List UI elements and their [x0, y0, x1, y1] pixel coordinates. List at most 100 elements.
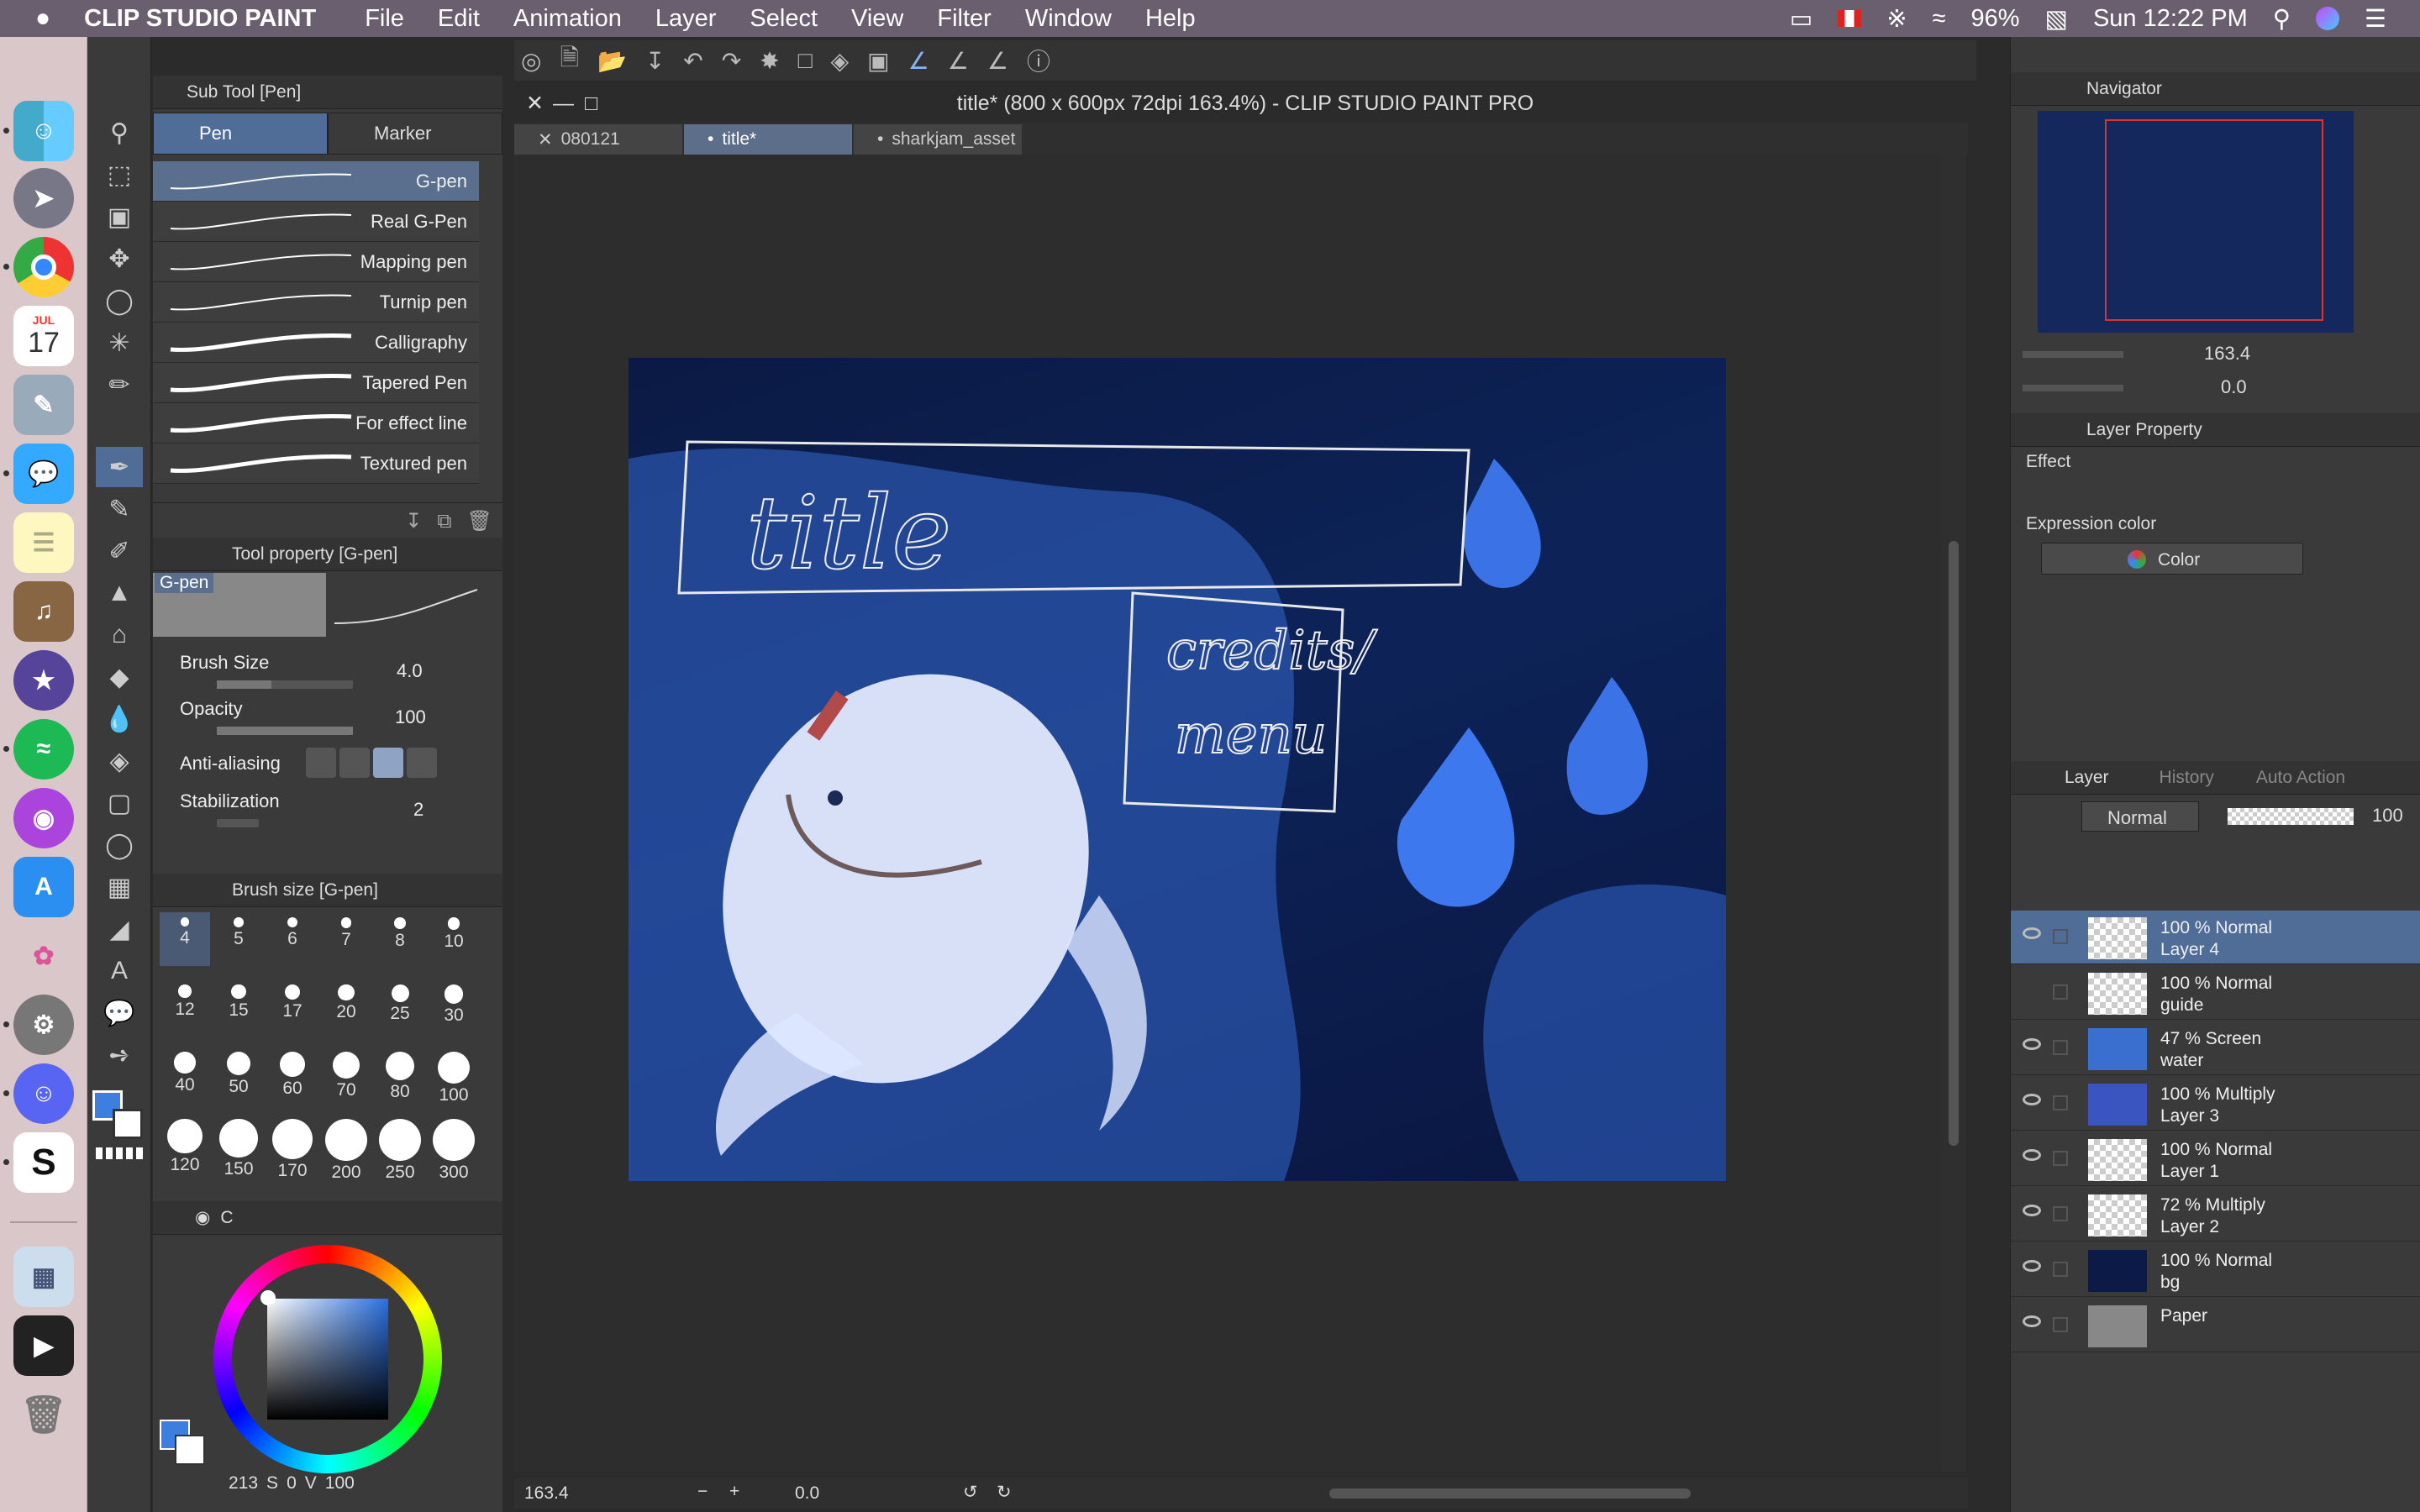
layer-lock-box[interactable] [2053, 1262, 2068, 1277]
brush-size-preset[interactable]: 6 [267, 912, 318, 966]
lasso-tool-icon[interactable]: ◯ [96, 281, 143, 321]
aa-weak-icon[interactable] [339, 748, 370, 778]
tab-marker[interactable]: Marker [328, 113, 502, 155]
layer-lock-box[interactable] [2053, 1095, 2068, 1110]
layer-lock-box[interactable] [2053, 984, 2068, 1000]
sv-picker-handle[interactable] [260, 1290, 276, 1305]
opacity-slider[interactable] [217, 727, 353, 735]
delete-subtool-icon[interactable]: 🗑 [467, 509, 492, 533]
subtool-item[interactable]: G-pen [153, 161, 479, 202]
subtool-item[interactable]: Mapping pen [153, 242, 479, 282]
snap-to-ruler-icon[interactable]: ∠ [908, 47, 929, 75]
visibility-eye-icon[interactable] [2023, 927, 2041, 939]
spotlight-search-icon[interactable]: ⚲ [2273, 4, 2291, 34]
maximize-window-icon[interactable]: □ [585, 92, 597, 116]
brush-size-preset[interactable]: 4 [160, 912, 210, 966]
decoration-tool-icon[interactable]: ⌂ [96, 615, 143, 655]
brush-size-preset[interactable]: 170 [267, 1114, 318, 1180]
visibility-eye-icon[interactable] [2023, 1149, 2041, 1161]
zoom-out-icon[interactable]: − [697, 1482, 708, 1502]
navigator-rotate-slider[interactable] [2023, 385, 2123, 391]
aa-none-icon[interactable] [306, 748, 336, 778]
battery-icon[interactable]: ▧ [2045, 4, 2068, 34]
undo-icon[interactable]: ↶ [683, 47, 702, 75]
visibility-eye-icon[interactable] [2023, 1038, 2041, 1050]
layer-lock-box[interactable] [2053, 929, 2068, 944]
chrome-icon[interactable] [13, 237, 74, 297]
help-icon[interactable]: ⓘ [1027, 44, 1050, 77]
brush-size-preset[interactable]: 70 [321, 1047, 371, 1100]
brush-size-preset[interactable]: 10 [429, 912, 479, 966]
opacity-row[interactable]: Opacity 100 [153, 693, 489, 738]
bluetooth-icon[interactable]: ※ [1886, 4, 1907, 34]
visibility-eye-icon[interactable] [2023, 1094, 2041, 1105]
tab-history[interactable]: History [2160, 768, 2214, 788]
sub-color-swatch[interactable] [113, 1109, 143, 1139]
wifi-icon[interactable]: ≈ [1933, 5, 1946, 33]
clock[interactable]: Sun 12:22 PM [2093, 5, 2248, 33]
brush-size-preset[interactable]: 60 [267, 1047, 318, 1100]
downloads-stack-icon[interactable]: ▦ [13, 1247, 74, 1307]
flag-icon[interactable] [1838, 10, 1862, 27]
messages-icon[interactable]: 💬 [13, 444, 74, 504]
clear-icon[interactable]: ✸ [760, 47, 779, 75]
move-tool-icon[interactable]: ✥ [96, 239, 143, 279]
color-sub-swatch[interactable] [175, 1435, 205, 1465]
eraser-tool-icon[interactable]: ◆ [96, 657, 143, 697]
navigator-viewport-frame[interactable] [2105, 119, 2323, 321]
rotate-left-icon[interactable]: ↺ [963, 1482, 978, 1503]
close-window-icon[interactable]: ✕ [526, 91, 544, 116]
finder-icon[interactable]: ☺ [13, 101, 74, 161]
visibility-eye-icon[interactable] [2023, 1315, 2041, 1327]
layer-lock-box[interactable] [2053, 1151, 2068, 1166]
utility-icon[interactable]: ✿ [13, 926, 74, 986]
clip-studio-button-icon[interactable]: ◎ [521, 47, 541, 75]
artwork-canvas[interactable]: title credits/ menu [629, 358, 1726, 1181]
ruler-tool-icon[interactable]: ◢ [96, 909, 143, 949]
pen-tool-icon[interactable]: ✒ [96, 447, 143, 487]
open-file-icon[interactable]: 📂 [597, 47, 627, 75]
balloon-tool-icon[interactable]: 💬 [96, 993, 143, 1033]
app-name[interactable]: CLIP STUDIO PAINT [84, 5, 316, 33]
pencil-tool-icon[interactable]: ✎ [96, 489, 143, 529]
layer-row[interactable]: 100 % Normal guide [2011, 966, 2420, 1020]
brush-size-preset[interactable]: 200 [321, 1114, 371, 1182]
layer-opacity-slider[interactable] [2228, 808, 2354, 825]
launchpad-icon[interactable]: ➤ [13, 168, 74, 228]
fill-icon[interactable]: ◈ [831, 47, 850, 75]
correct-line-tool-icon[interactable]: ➺ [96, 1035, 143, 1075]
brush-size-preset[interactable]: 120 [160, 1114, 210, 1174]
aa-strong-icon[interactable] [407, 748, 437, 778]
blend-tool-icon[interactable]: 💧 [96, 699, 143, 739]
airbrush-tool-icon[interactable]: ▲ [96, 573, 143, 613]
tab-auto-action[interactable]: Auto Action [2256, 768, 2345, 788]
rotate-right-icon[interactable]: ↻ [997, 1482, 1012, 1503]
subtool-item[interactable]: Real G-Pen [153, 202, 479, 242]
navigator-rotate-value[interactable]: 0.0 [2221, 376, 2247, 398]
gradient-tool-icon[interactable]: ▢ [96, 783, 143, 823]
menu-filter[interactable]: Filter [937, 5, 991, 33]
visibility-eye-icon[interactable] [2023, 1260, 2041, 1272]
brush-size-preset[interactable]: 100 [429, 1047, 479, 1105]
brush-size-row[interactable]: Brush Size 4.0 [153, 647, 489, 692]
battery-percent[interactable]: 96% [1971, 5, 2020, 33]
brush-size-preset[interactable]: 20 [321, 979, 371, 1033]
color-tab-c[interactable]: C [220, 1208, 233, 1228]
subtool-item[interactable]: Tapered Pen [153, 363, 479, 403]
layer-row[interactable]: 72 % Multiply Layer 2 [2011, 1188, 2420, 1242]
brush-size-value[interactable]: 4.0 [397, 660, 423, 682]
opacity-value[interactable]: 100 [395, 706, 426, 728]
layer-row[interactable]: Paper [2011, 1299, 2420, 1352]
menu-file[interactable]: File [365, 5, 404, 33]
zoom-tool-icon[interactable]: ⚲ [96, 113, 143, 153]
menu-window[interactable]: Window [1025, 5, 1112, 33]
expression-color-select[interactable]: Color [2041, 543, 2303, 575]
airplay-icon[interactable]: ▭ [1790, 4, 1812, 34]
new-file-icon[interactable]: 🗎 [560, 40, 579, 81]
stabilization-slider[interactable] [217, 819, 259, 827]
podcasts-icon[interactable]: ◉ [13, 788, 74, 848]
siri-icon[interactable] [2316, 7, 2339, 30]
trash-icon[interactable]: 🗑 [13, 1384, 74, 1445]
subtool-item[interactable]: For effect line [153, 403, 479, 444]
brush-tool-icon[interactable]: ✐ [96, 531, 143, 571]
